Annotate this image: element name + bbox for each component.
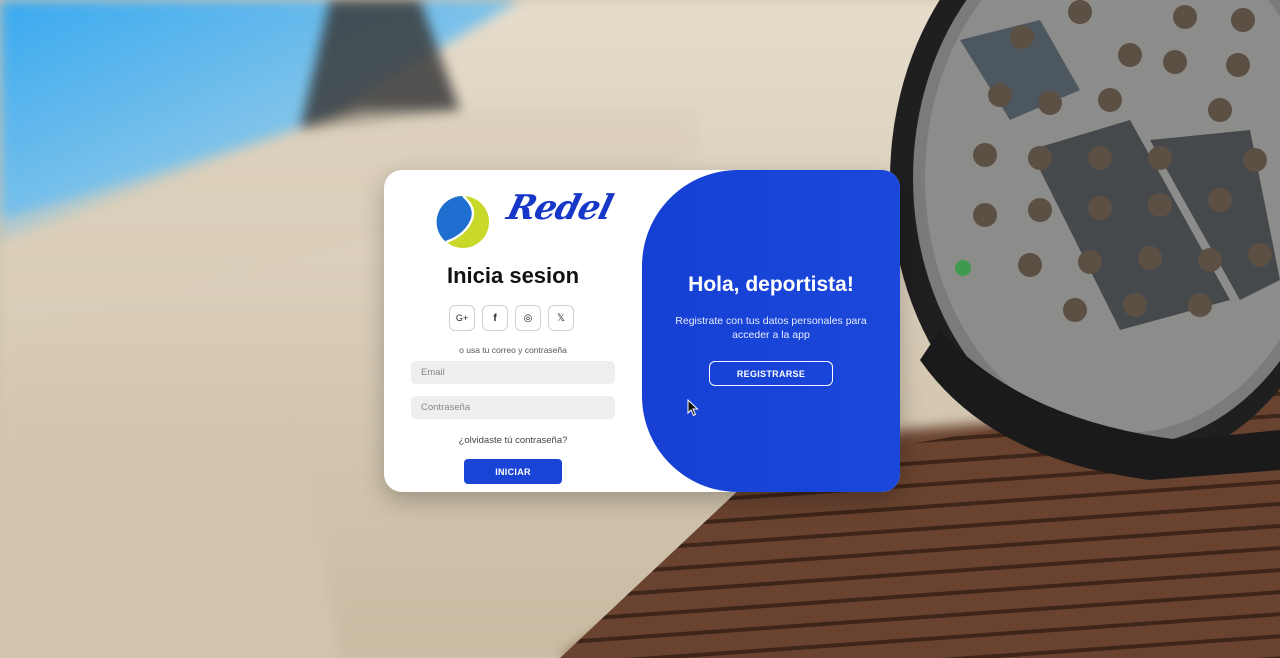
google-plus-icon: G+ xyxy=(455,313,469,323)
x-twitter-button[interactable]: 𝕏 xyxy=(548,305,574,331)
forgot-password-link[interactable]: ¿olvidaste tú contraseña? xyxy=(384,435,642,446)
email-field[interactable] xyxy=(411,361,615,384)
instagram-icon: ◎ xyxy=(523,312,533,324)
x-twitter-icon: 𝕏 xyxy=(556,312,566,324)
google-plus-button[interactable]: G+ xyxy=(449,305,475,331)
social-login-row: G+ f ◎ 𝕏 xyxy=(449,305,574,331)
login-title: Inicia sesion xyxy=(446,263,580,288)
alternative-login-hint: o usa tu correo y contraseña xyxy=(459,345,567,355)
register-button[interactable]: REGISTRARSE xyxy=(709,361,833,386)
login-button[interactable]: INICIAR xyxy=(464,459,562,484)
login-card: Redel Inicia sesion G+ f ◎ 𝕏 o usa tu co… xyxy=(384,170,900,492)
login-panel: Redel Inicia sesion G+ f ◎ 𝕏 o usa tu co… xyxy=(384,170,642,492)
facebook-icon: f xyxy=(493,312,497,324)
tennis-ball-icon xyxy=(436,195,489,248)
register-description: Registrate con tus datos personales para… xyxy=(675,315,867,341)
brand-logo-text: Redel xyxy=(503,188,617,228)
mouse-cursor-icon xyxy=(687,399,699,417)
register-panel: Hola, deportista! Registrate con tus dat… xyxy=(642,170,900,492)
instagram-button[interactable]: ◎ xyxy=(515,305,541,331)
welcome-title: Hola, deportista! xyxy=(688,273,854,296)
facebook-button[interactable]: f xyxy=(482,305,508,331)
password-field[interactable] xyxy=(411,396,615,419)
